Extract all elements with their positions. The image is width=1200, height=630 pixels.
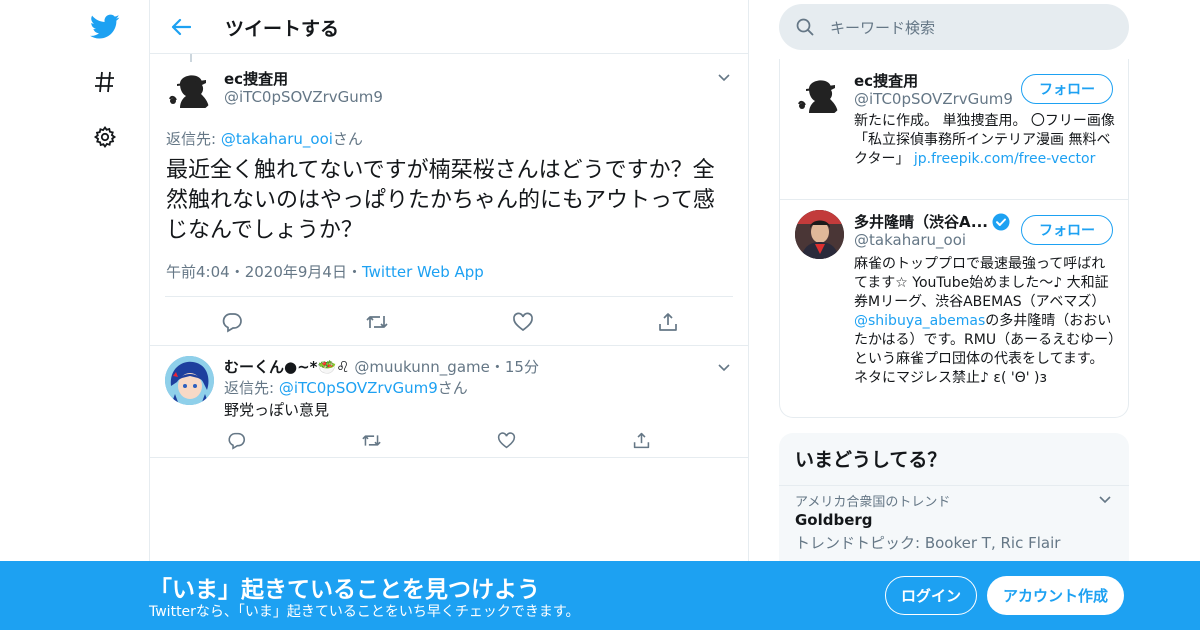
trend-location: アメリカ合衆国のトレンド — [795, 495, 951, 510]
reply-icon[interactable] — [224, 428, 248, 452]
chevron-down-icon[interactable] — [1097, 491, 1113, 511]
author-handle[interactable]: @iTC0pSOVZrvGum9 — [224, 88, 383, 106]
profile-bio: 麻雀のトッププロで最速最強って呼ばれてます☆ YouTube始めました〜♪ 大和… — [854, 255, 1116, 388]
profile-name[interactable]: 多井隆晴（渋谷A... — [854, 211, 988, 232]
banner-title: 「いま」起きていることを見つけよう — [149, 577, 540, 603]
avatar[interactable] — [166, 64, 215, 113]
reply-header: むーくん●~*🥗♌ @muukunn_game・15分 — [224, 356, 539, 377]
follow-button[interactable]: フォロー — [1021, 74, 1113, 104]
tweet-time[interactable]: 午前4:04 — [166, 263, 230, 281]
like-icon[interactable] — [511, 310, 535, 334]
signup-button[interactable]: アカウント作成 — [987, 576, 1124, 615]
author-name[interactable]: ec捜査用 — [224, 68, 288, 89]
divider — [779, 485, 1129, 486]
twitter-bird-icon[interactable] — [88, 10, 122, 44]
bio-text: 麻雀のトッププロで最速最強って呼ばれてます☆ YouTube始めました〜♪ 大和… — [854, 256, 1109, 310]
search-input[interactable]: キーワード検索 — [830, 17, 935, 38]
chevron-down-icon[interactable] — [716, 359, 732, 375]
thread-line — [190, 54, 192, 62]
related-profiles: ec捜査用 @iTC0pSOVZrvGum9 フォロー 新たに作成。 単独捜査用… — [779, 59, 1129, 418]
search-box[interactable]: キーワード検索 — [779, 4, 1129, 50]
login-button[interactable]: ログイン — [885, 576, 977, 615]
like-icon[interactable] — [495, 428, 519, 452]
follow-button[interactable]: フォロー — [1021, 215, 1113, 245]
main-tweet: ec捜査用 @iTC0pSOVZrvGum9 返信先: @takaharu_oo… — [150, 54, 748, 346]
profile-name[interactable]: ec捜査用 — [854, 70, 918, 91]
trend-name[interactable]: Goldberg — [795, 511, 873, 529]
meta-dot: ・ — [346, 263, 362, 281]
page-header: ツイートする — [150, 0, 748, 54]
main-column: ツイートする ec捜査用 @iTC0pSOVZrvGum9 返信先: @taka… — [149, 0, 749, 630]
verified-badge-icon — [992, 213, 1010, 235]
trend-topic: トレンドトピック: Booker T, Ric Flair — [795, 534, 1061, 552]
back-arrow-icon[interactable] — [166, 12, 196, 42]
share-icon[interactable] — [656, 310, 680, 334]
reply-to-link[interactable]: @takaharu_ooi — [221, 130, 333, 148]
reply-to-line: 返信先: @iTC0pSOVZrvGum9さん — [224, 377, 468, 398]
left-nav — [0, 0, 149, 630]
avatar[interactable] — [165, 356, 214, 405]
reply-to-line: 返信先: @takaharu_ooiさん — [166, 128, 363, 149]
page-title: ツイートする — [225, 18, 340, 40]
reply-suffix: さん — [332, 130, 363, 148]
anime-avatar-icon — [165, 356, 214, 405]
detective-silhouette-icon — [798, 80, 838, 113]
tweet-date[interactable]: 2020年9月4日 — [245, 263, 347, 281]
meta-dot: ・ — [489, 358, 505, 376]
search-icon — [796, 18, 814, 40]
reply-tweet[interactable]: むーくん●~*🥗♌ @muukunn_game・15分 返信先: @iTC0pS… — [150, 346, 748, 458]
bio-link[interactable]: @shibuya_abemas — [854, 313, 985, 329]
profile-handle[interactable]: @iTC0pSOVZrvGum9 — [854, 90, 1013, 108]
signup-banner: 「いま」起きていることを見つけよう Twitterなら、「いま」起きていることを… — [0, 561, 1200, 630]
person-photo-icon — [795, 210, 844, 259]
avatar[interactable] — [795, 210, 844, 259]
gear-icon[interactable] — [88, 120, 122, 154]
reply-prefix: 返信先: — [166, 130, 221, 148]
divider — [165, 296, 733, 297]
retweet-icon[interactable] — [359, 428, 383, 452]
share-icon[interactable] — [630, 428, 654, 452]
tweet-source[interactable]: Twitter Web App — [362, 263, 484, 281]
detective-silhouette-icon — [169, 75, 209, 108]
profile-card[interactable]: ec捜査用 @iTC0pSOVZrvGum9 フォロー 新たに作成。 単独捜査用… — [780, 59, 1128, 200]
profile-bio: 新たに作成。 単独捜査用。 〇フリー画像 「私立探偵事務所インテリア漫画 無料ベ… — [854, 112, 1116, 169]
reply-author-handle[interactable]: @muukunn_game — [354, 358, 489, 376]
hashtag-icon[interactable] — [88, 65, 122, 99]
reply-actions — [224, 428, 654, 452]
tweet-meta: 午前4:04・2020年9月4日・Twitter Web App — [166, 261, 484, 282]
retweet-icon[interactable] — [365, 310, 389, 334]
reply-prefix: 返信先: — [224, 379, 279, 397]
reply-time[interactable]: 15分 — [505, 358, 539, 376]
trends-title: いまどうしてる？ — [795, 449, 947, 471]
reply-to-link[interactable]: @iTC0pSOVZrvGum9 — [279, 379, 438, 397]
tweet-actions — [220, 310, 680, 334]
reply-suffix: さん — [437, 379, 468, 397]
reply-text: 野党っぽい意見 — [224, 401, 330, 419]
meta-dot: ・ — [229, 263, 245, 281]
bio-link[interactable]: jp.freepik.com/free-vector — [914, 151, 1095, 167]
reply-author-name[interactable]: むーくん●~*🥗♌ — [224, 358, 350, 376]
avatar[interactable] — [795, 69, 844, 118]
reply-icon[interactable] — [220, 310, 244, 334]
profile-handle[interactable]: @takaharu_ooi — [854, 231, 966, 249]
chevron-down-icon[interactable] — [716, 69, 732, 85]
tweet-text: 最近全く触れてないですが楠栞桜さんはどうですか？全然触れないのはやっぱりたかちゃ… — [166, 158, 715, 243]
profile-card[interactable]: 多井隆晴（渋谷A... @takaharu_ooi フォロー 麻雀のトッププロで… — [780, 200, 1128, 417]
banner-subtitle: Twitterなら、「いま」起きていることをいち早くチェックできます。 — [149, 604, 580, 620]
